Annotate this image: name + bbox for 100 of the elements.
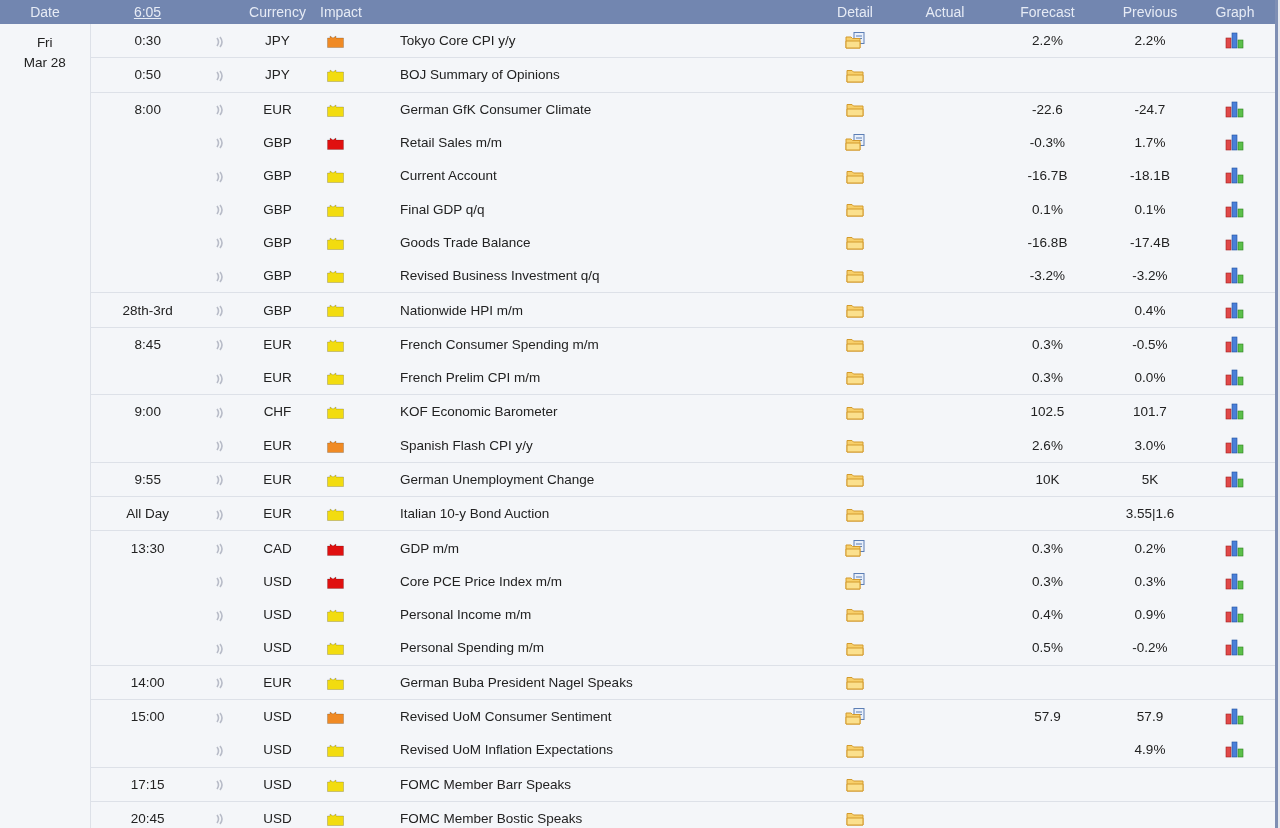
event-title[interactable]: Retail Sales m/m — [400, 135, 503, 151]
previous-cell: 0.0% — [1134, 370, 1166, 386]
event-title[interactable]: German Unemployment Change — [400, 472, 595, 487]
sound-icon[interactable] — [215, 543, 225, 556]
folder-icon[interactable] — [846, 68, 864, 83]
sound-icon[interactable] — [215, 372, 225, 385]
event-title[interactable]: BOJ Summary of Opinions — [400, 67, 560, 83]
event-title[interactable]: GDP m/m — [400, 540, 459, 556]
sound-icon[interactable] — [215, 204, 225, 217]
time-cell: 0:30 — [134, 33, 161, 49]
bar-chart-icon[interactable] — [1225, 167, 1245, 185]
event-title[interactable]: Revised UoM Consumer Sentiment — [400, 709, 612, 725]
bar-chart-icon[interactable] — [1225, 267, 1245, 285]
sound-icon[interactable] — [215, 270, 225, 283]
folder-icon[interactable] — [846, 812, 864, 827]
folder-icon[interactable] — [846, 338, 864, 353]
sound-icon[interactable] — [215, 779, 225, 792]
sound-icon[interactable] — [215, 677, 225, 690]
folder-icon[interactable] — [846, 777, 864, 792]
event-title[interactable]: Tokyo Core CPI y/y — [400, 33, 516, 49]
sound-icon[interactable] — [215, 104, 225, 117]
column-header: Previous — [1122, 4, 1178, 20]
bar-chart-icon[interactable] — [1225, 539, 1245, 557]
folder-icon[interactable] — [846, 371, 864, 386]
event-title[interactable]: Final GDP q/q — [400, 201, 485, 217]
forecast-cell: 10K — [1035, 472, 1060, 487]
event-title[interactable]: KOF Economic Barometer — [400, 404, 558, 420]
sound-icon[interactable] — [215, 69, 225, 82]
bar-chart-icon[interactable] — [1225, 369, 1245, 387]
event-title[interactable]: German GfK Consumer Climate — [400, 101, 592, 117]
folder-icon[interactable] — [846, 507, 864, 522]
sound-icon[interactable] — [215, 508, 225, 521]
bar-chart-icon[interactable] — [1225, 301, 1245, 319]
sound-icon[interactable] — [215, 339, 225, 352]
folder-icon[interactable] — [846, 102, 864, 117]
bar-chart-icon[interactable] — [1225, 335, 1245, 353]
event-title[interactable]: Revised Business Investment q/q — [400, 268, 600, 284]
event-title[interactable]: FOMC Member Barr Speaks — [400, 776, 572, 792]
sound-icon[interactable] — [215, 406, 225, 419]
event-title[interactable]: Italian 10-y Bond Auction — [400, 506, 550, 522]
folder-icon[interactable] — [846, 608, 864, 623]
event-title[interactable]: French Prelim CPI m/m — [400, 370, 541, 386]
folder-document-icon[interactable] — [845, 134, 865, 152]
event-title[interactable]: Current Account — [400, 168, 497, 184]
event-title[interactable]: Personal Income m/m — [400, 607, 532, 623]
folder-icon[interactable] — [846, 641, 864, 656]
sound-icon[interactable] — [215, 304, 225, 317]
event-title[interactable]: Revised UoM Inflation Expectations — [400, 742, 614, 758]
folder-icon[interactable] — [846, 303, 864, 318]
bar-chart-icon[interactable] — [1225, 639, 1245, 657]
column-header: Forecast — [1020, 4, 1075, 20]
sound-icon[interactable] — [215, 744, 225, 757]
event-title[interactable]: Nationwide HPI m/m — [400, 302, 524, 318]
event-title[interactable]: Goods Trade Balance — [400, 234, 531, 250]
event-title[interactable]: German Buba President Nagel Speaks — [400, 674, 633, 690]
sound-icon[interactable] — [215, 642, 225, 655]
sound-icon[interactable] — [215, 170, 225, 183]
folder-icon[interactable] — [846, 473, 864, 488]
folder-icon[interactable] — [846, 743, 864, 758]
event-title[interactable]: French Consumer Spending m/m — [400, 336, 599, 352]
folder-icon[interactable] — [846, 676, 864, 690]
bar-chart-icon[interactable] — [1225, 436, 1245, 454]
bar-chart-icon[interactable] — [1225, 100, 1245, 118]
currency-cell: EUR — [263, 437, 292, 453]
sound-icon[interactable] — [215, 440, 225, 453]
folder-icon[interactable] — [846, 202, 864, 217]
event-title[interactable]: FOMC Member Bostic Speaks — [400, 810, 583, 826]
folder-document-icon[interactable] — [845, 708, 865, 726]
folder-document-icon[interactable] — [845, 32, 865, 50]
bar-chart-icon[interactable] — [1225, 134, 1245, 152]
bar-chart-icon[interactable] — [1225, 572, 1245, 590]
sound-icon[interactable] — [215, 35, 225, 48]
sound-icon[interactable] — [215, 137, 225, 150]
previous-cell: -0.2% — [1132, 640, 1168, 656]
folder-icon[interactable] — [846, 438, 864, 453]
sound-icon[interactable] — [215, 237, 225, 250]
bar-chart-icon[interactable] — [1225, 606, 1245, 624]
bar-chart-icon[interactable] — [1225, 708, 1245, 726]
event-title[interactable]: Personal Spending m/m — [400, 640, 545, 656]
bar-chart-icon[interactable] — [1225, 200, 1245, 218]
sound-icon[interactable] — [215, 576, 225, 589]
folder-icon[interactable] — [846, 236, 864, 251]
sound-icon[interactable] — [215, 474, 225, 487]
folder-document-icon[interactable] — [845, 539, 865, 557]
bar-chart-icon[interactable] — [1225, 741, 1245, 759]
event-title[interactable]: Spanish Flash CPI y/y — [400, 437, 533, 453]
sound-icon[interactable] — [215, 813, 225, 826]
event-title[interactable]: Core PCE Price Index m/m — [400, 573, 563, 589]
previous-cell: 3.0% — [1134, 437, 1166, 453]
folder-icon[interactable] — [846, 405, 864, 420]
previous-cell: 0.1% — [1134, 201, 1166, 217]
bar-chart-icon[interactable] — [1225, 403, 1245, 421]
folder-icon[interactable] — [846, 169, 864, 184]
folder-document-icon[interactable] — [845, 572, 865, 590]
bar-chart-icon[interactable] — [1225, 471, 1245, 488]
bar-chart-icon[interactable] — [1225, 233, 1245, 251]
folder-icon[interactable] — [846, 269, 864, 284]
sound-icon[interactable] — [215, 609, 225, 622]
sound-icon[interactable] — [215, 711, 225, 724]
bar-chart-icon[interactable] — [1225, 32, 1245, 50]
